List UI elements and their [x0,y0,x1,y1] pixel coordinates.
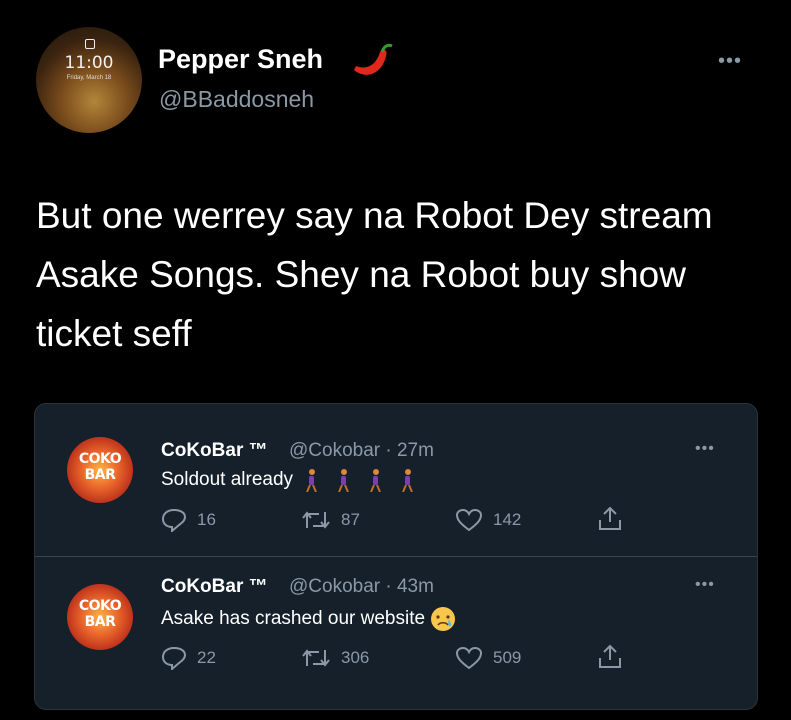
quoted-tweet[interactable]: COKO BAR CoKoBar ™ @Cokobar · 27m ••• Sol… [35,404,757,557]
share-icon [599,644,621,668]
more-icon[interactable]: ••• [695,440,715,458]
reply-icon [161,646,187,670]
like-icon [455,646,483,670]
cokobar-avatar[interactable]: COKO BAR [67,584,133,650]
quoted-tweet-text: Soldout already [161,468,428,492]
retweet-count: 87 [341,510,360,529]
cokobar-logo: COKO BAR [78,598,122,630]
quoted-tweet-text: Asake has crashed our website [161,606,456,632]
quoted-author-handle[interactable]: @Cokobar · 27m [289,440,434,462]
retweet-count: 306 [341,648,370,667]
like-button[interactable]: 509 [455,646,521,670]
quoted-tweets-card[interactable]: COKO BAR CoKoBar ™ @Cokobar · 27m ••• Sol… [34,403,758,710]
more-icon[interactable]: ••• [695,576,715,594]
quoted-author-name[interactable]: CoKoBar ™ [161,576,268,598]
cokobar-logo: COKO BAR [78,451,122,483]
more-icon[interactable]: ••• [718,50,742,73]
retweet-icon [302,511,330,529]
like-button[interactable]: 142 [455,508,521,532]
quoted-author-handle[interactable]: @Cokobar · 43m [289,576,434,598]
retweet-button[interactable]: 87 [301,508,360,532]
like-count: 142 [493,510,522,529]
author-handle[interactable]: @BBaddosneh [159,86,314,113]
reply-icon [161,508,187,532]
reply-button[interactable]: 16 [161,508,216,532]
tweet-text: But one werrey say na Robot Dey stream A… [36,195,713,354]
avatar-clock-text: 11:00 [64,53,114,73]
quoted-tweet-text-content: Soldout already [161,469,294,491]
like-icon [455,508,483,532]
crying-face-emoji [431,607,456,631]
avatar-date-text: Friday, March 18 [66,75,112,81]
quoted-tweet[interactable]: COKO BAR CoKoBar ™ @Cokobar · 43m ••• Asa… [35,556,757,708]
cokobar-avatar[interactable]: COKO BAR [67,437,133,503]
author-avatar[interactable]: 11:00 Friday, March 18 [36,27,142,133]
share-icon [599,506,621,530]
reply-button[interactable]: 22 [161,646,216,670]
share-button[interactable] [597,506,623,532]
retweet-icon [302,649,330,667]
walking-person-emoji [306,469,414,492]
quoted-tweet-text-content: Asake has crashed our website [161,608,426,630]
retweet-button[interactable]: 306 [301,646,369,670]
like-count: 509 [493,648,522,667]
reply-count: 22 [197,648,216,667]
reply-count: 16 [197,510,216,529]
chili-pepper-icon [354,43,393,75]
lock-icon [85,39,95,49]
share-button[interactable] [597,644,623,670]
author-name[interactable]: Pepper Sneh [158,44,323,75]
quoted-author-name[interactable]: CoKoBar ™ [161,440,268,462]
